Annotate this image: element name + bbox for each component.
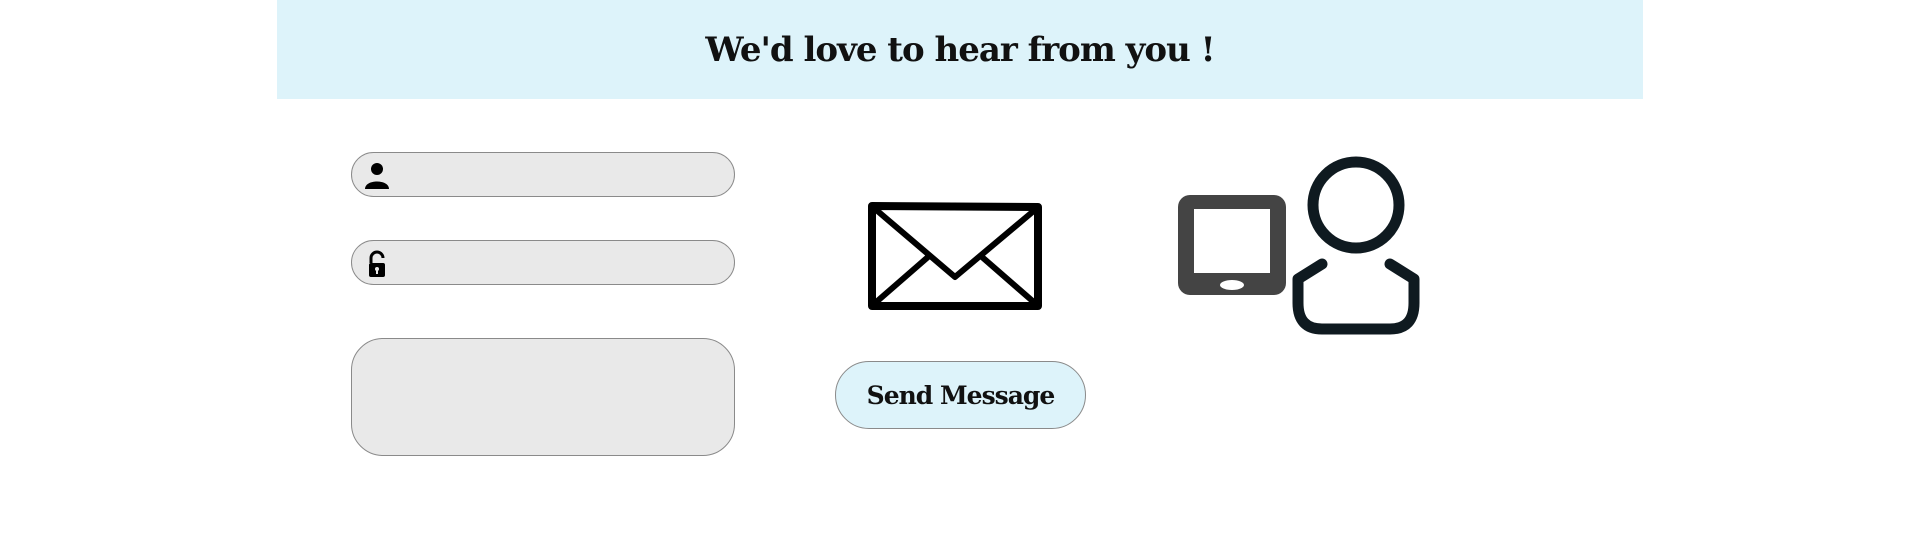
unlock-icon <box>369 250 385 277</box>
message-textarea[interactable] <box>372 353 716 445</box>
phone-person-icon <box>1178 156 1420 335</box>
password-field[interactable] <box>351 240 735 286</box>
envelope-icon <box>868 202 1042 310</box>
name-input[interactable] <box>404 153 728 198</box>
header-banner: We'd love to hear from you ! <box>277 0 1643 99</box>
name-field[interactable] <box>351 152 735 198</box>
send-message-button[interactable]: Send Message <box>835 361 1086 429</box>
password-input[interactable] <box>404 241 728 286</box>
message-field[interactable] <box>351 338 735 456</box>
page-title: We'd love to hear from you ! <box>705 29 1215 70</box>
person-icon <box>365 163 389 189</box>
